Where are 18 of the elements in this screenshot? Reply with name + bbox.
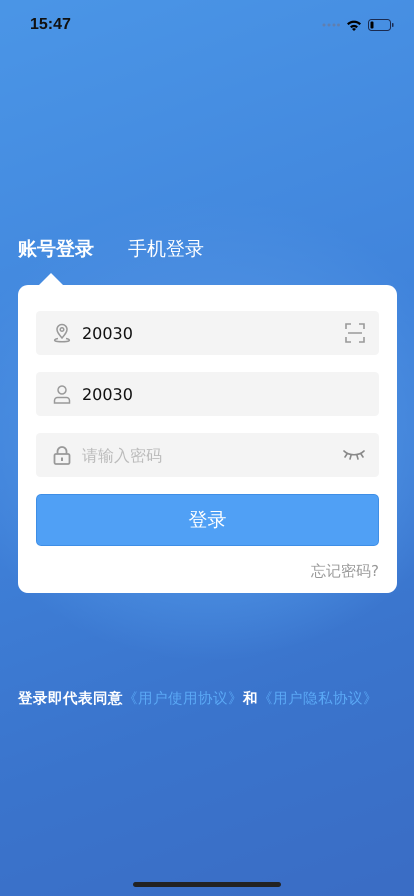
scan-icon[interactable] (345, 323, 365, 343)
status-time: 15:47 (30, 16, 71, 34)
input-field[interactable]: 请输入密码 (36, 433, 379, 477)
text-input[interactable]: 20030 (80, 384, 365, 404)
closed-eye-icon[interactable] (343, 449, 365, 461)
text-input[interactable]: 请输入密码 (80, 444, 343, 466)
location-pin-icon (52, 323, 72, 343)
signal-dots-icon (322, 23, 340, 27)
login-tab[interactable]: 手机登录 (128, 232, 204, 266)
forgot-password-link[interactable]: 忘记密码? (311, 562, 379, 581)
login-button[interactable]: 登录 (36, 494, 379, 546)
lock-icon (52, 445, 72, 465)
user-icon (52, 384, 72, 404)
battery-icon (368, 19, 394, 31)
text-input[interactable]: 20030 (80, 322, 345, 344)
input-field[interactable]: 20030 (36, 372, 379, 416)
wifi-icon (346, 19, 362, 31)
input-field[interactable]: 20030 (36, 311, 379, 355)
